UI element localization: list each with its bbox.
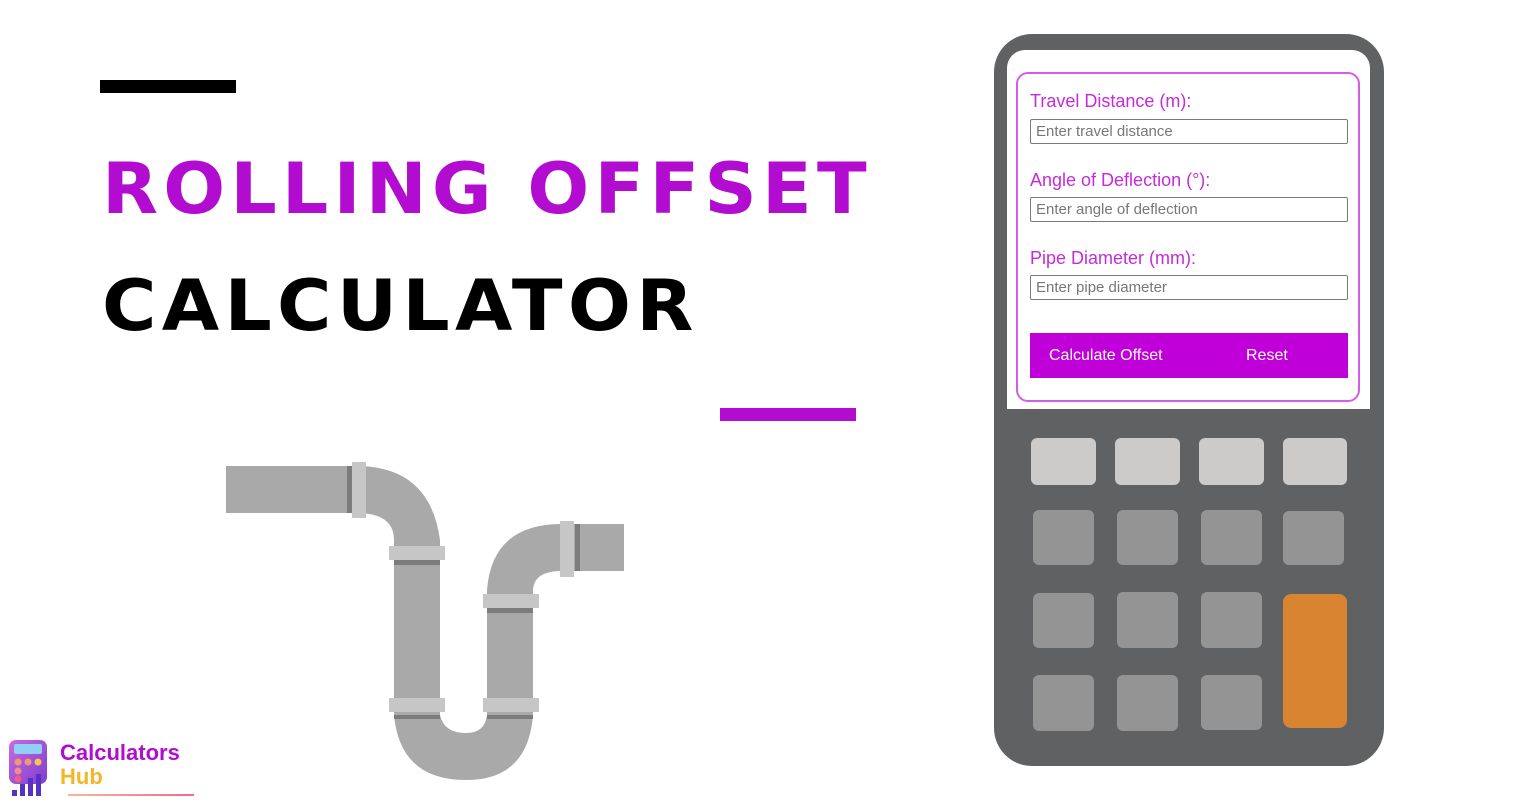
keypad-key-equals	[1283, 594, 1347, 728]
keypad-key	[1117, 592, 1178, 648]
brand-underline	[68, 794, 194, 796]
angle-of-deflection-label: Angle of Deflection (°):	[1030, 170, 1211, 190]
keypad-key	[1117, 510, 1178, 565]
keypad-key	[1033, 510, 1094, 565]
page-title-line1: ROLLING OFFSET	[102, 148, 872, 230]
brand-logo[interactable]: Calculators Hub	[6, 738, 196, 798]
offset-form: Travel Distance (m): Angle of Deflection…	[1016, 72, 1360, 402]
keypad-key	[1115, 438, 1180, 485]
calculator-device: Travel Distance (m): Angle of Deflection…	[994, 34, 1384, 766]
pipe-left-elbow	[356, 466, 440, 715]
keypad-key	[1199, 438, 1264, 485]
pipe-u-bend	[394, 715, 533, 780]
page-title-line2: CALCULATOR	[102, 265, 699, 347]
pipe-illustration	[226, 462, 624, 780]
calculator-screen: Travel Distance (m): Angle of Deflection…	[1007, 50, 1370, 409]
angle-of-deflection-input[interactable]	[1030, 197, 1348, 222]
keypad-key	[1201, 592, 1262, 648]
pipe-right-elbow	[487, 524, 562, 715]
keypad-key	[1283, 511, 1344, 565]
decorative-bar-bottom	[720, 408, 856, 421]
brand-name-line2: Hub	[60, 764, 103, 789]
calculator-logo-icon	[9, 740, 47, 796]
keypad-key	[1033, 593, 1094, 648]
keypad-key	[1031, 438, 1096, 485]
keypad-key	[1201, 510, 1262, 565]
keypad-key	[1283, 438, 1347, 485]
brand-name-line1: Calculators	[60, 740, 180, 765]
keypad-key	[1201, 675, 1262, 730]
keypad-key	[1033, 675, 1094, 731]
reset-button[interactable]: Reset	[1246, 333, 1288, 378]
travel-distance-input[interactable]	[1030, 119, 1348, 144]
button-bar: Calculate Offset Reset	[1030, 333, 1348, 378]
keypad-key	[1117, 675, 1178, 731]
travel-distance-label: Travel Distance (m):	[1030, 91, 1192, 111]
pipe-diameter-input[interactable]	[1030, 275, 1348, 300]
decorative-bar-top	[100, 80, 236, 93]
pipe-left-horizontal	[226, 466, 356, 513]
calculate-offset-button[interactable]: Calculate Offset	[1049, 333, 1163, 378]
pipe-diameter-label: Pipe Diameter (mm):	[1030, 248, 1197, 268]
